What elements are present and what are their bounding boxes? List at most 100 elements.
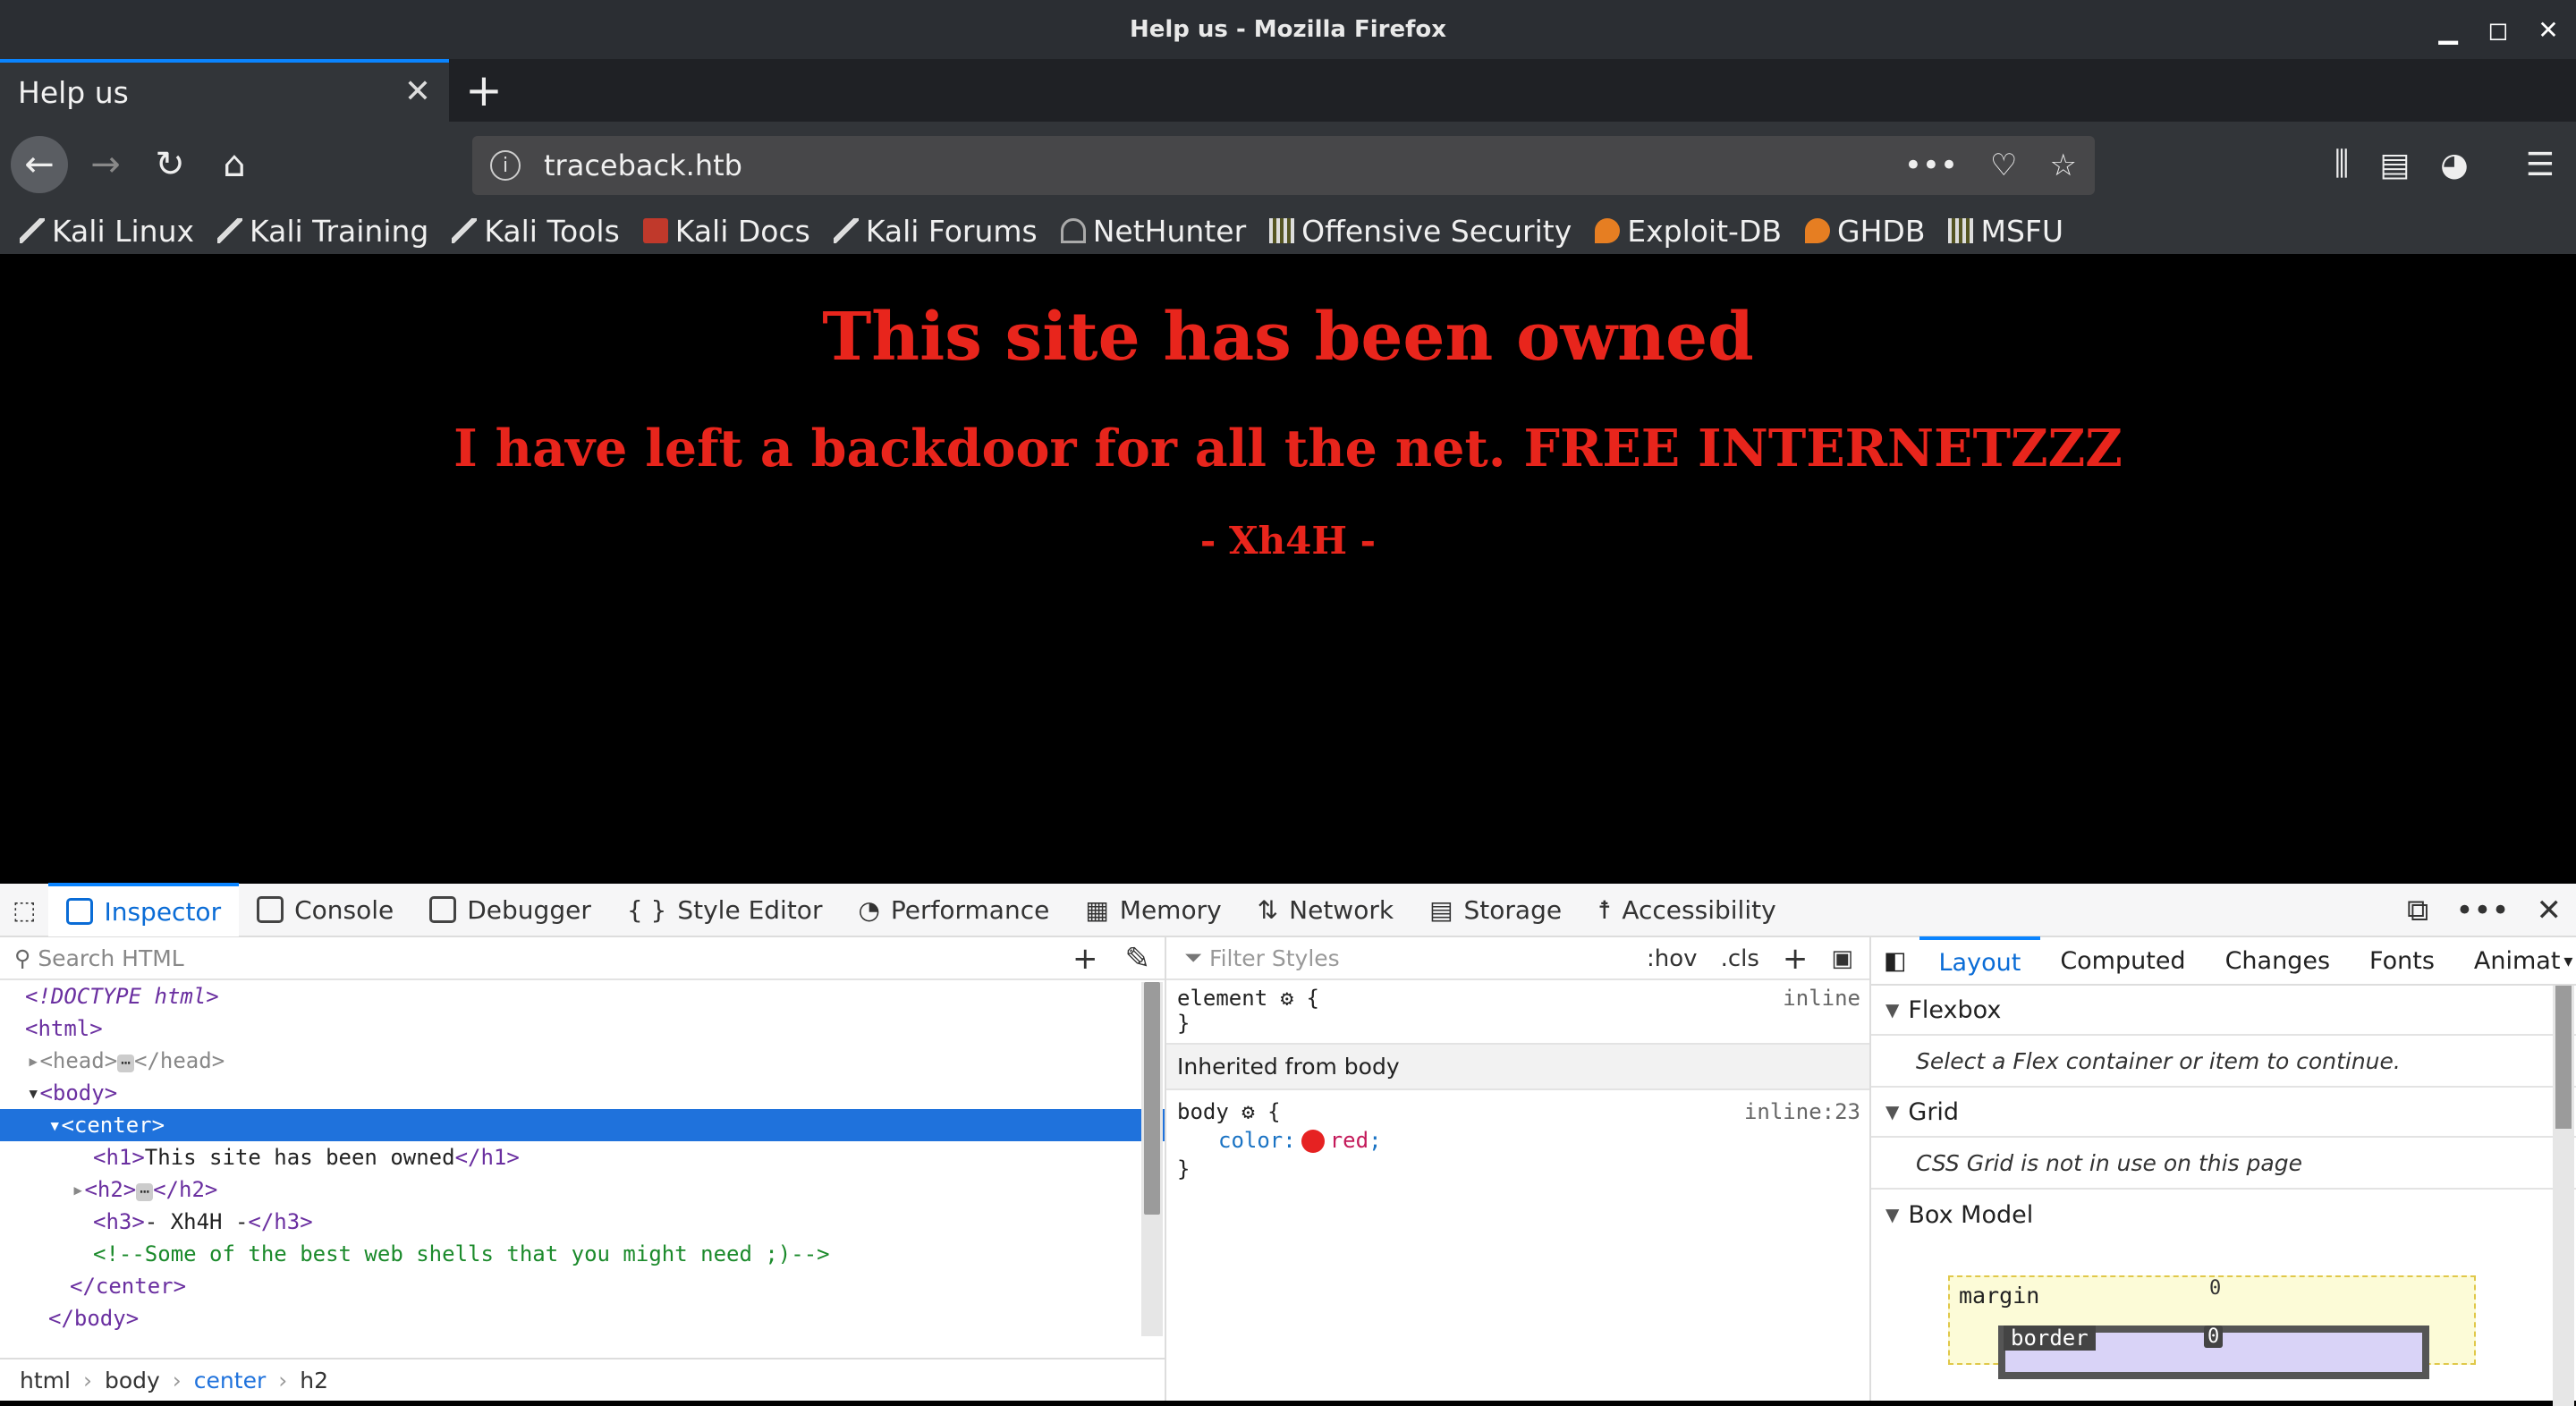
home-icon[interactable]: ⌂ — [208, 138, 261, 191]
tree-center-selected[interactable]: ▾<center> — [0, 1109, 1165, 1141]
tree-body-close[interactable]: </body> — [0, 1302, 1165, 1334]
ellipsis-icon[interactable]: ⋯ — [117, 1054, 134, 1072]
margin-top-value[interactable]: 0 — [2209, 1277, 2221, 1300]
url-actions: ••• ♡ ☆ — [1904, 136, 2077, 195]
border-top-value[interactable]: 0 — [2204, 1326, 2224, 1348]
tab-layout[interactable]: Layout — [1919, 936, 2041, 985]
bookmark-kali-forums[interactable]: Kali Forums — [833, 214, 1046, 249]
bookmark-nethunter[interactable]: NetHunter — [1060, 214, 1255, 249]
hov-toggle[interactable]: :hov — [1647, 945, 1698, 972]
tab-style-editor[interactable]: { } Style Editor — [609, 883, 841, 936]
add-rule-icon[interactable]: + — [1783, 941, 1809, 977]
url-text[interactable]: traceback.htb — [544, 148, 742, 182]
page-actions-icon[interactable]: ••• — [1904, 148, 1958, 183]
breadcrumb-body[interactable]: body — [105, 1368, 160, 1393]
library-icon[interactable]: ⫼ — [2334, 146, 2350, 183]
rule-source-inline[interactable]: inline — [1783, 986, 1860, 1011]
close-devtools-icon[interactable]: ✕ — [2537, 893, 2563, 928]
bookmark-kali-docs[interactable]: Kali Docs — [642, 214, 819, 249]
close-tab-icon[interactable]: ✕ — [404, 73, 431, 110]
bookmark-kali-linux[interactable]: Kali Linux — [20, 214, 203, 249]
markup-scrollbar[interactable] — [1141, 982, 1163, 1336]
eyedropper-icon[interactable]: ✎ — [1125, 941, 1151, 977]
tree-h1[interactable]: <h1>This site has been owned</h1> — [0, 1141, 1165, 1173]
tree-center-close[interactable]: </center> — [0, 1270, 1165, 1302]
maximize-icon[interactable]: ◻ — [2483, 14, 2513, 45]
breadcrumb-h2[interactable]: h2 — [300, 1368, 328, 1393]
back-icon[interactable]: ← — [11, 136, 68, 193]
dock-icon[interactable]: ⧉ — [2407, 893, 2428, 928]
box-model-margin[interactable]: margin 0 border 0 — [1948, 1275, 2476, 1379]
breadcrumb-center[interactable]: center — [194, 1368, 266, 1393]
menu-icon[interactable]: ☰ — [2526, 147, 2555, 183]
filter-styles-input[interactable]: Filter Styles — [1209, 945, 1340, 971]
reload-icon[interactable]: ↻ — [143, 138, 197, 191]
more-tabs-icon[interactable]: ▾ — [2563, 950, 2572, 971]
declaration-color[interactable]: color: red; — [1177, 1124, 1860, 1156]
bookmark-ghdb[interactable]: GHDB — [1805, 214, 1934, 249]
bookmarks-toolbar: Kali Linux Kali Training Kali Tools Kali… — [0, 208, 2576, 254]
tree-head[interactable]: ▸<head> ⋯ </head> — [0, 1045, 1165, 1077]
tab-console[interactable]: Console — [239, 883, 411, 936]
collapse-icon[interactable]: ▾ — [27, 1080, 39, 1105]
tab-debugger[interactable]: Debugger — [411, 883, 609, 936]
account-icon[interactable]: ◕ — [2440, 147, 2468, 183]
tab-storage[interactable]: ▤ Storage — [1411, 883, 1580, 936]
tree-comment[interactable]: <!--Some of the best web shells that you… — [0, 1238, 1165, 1270]
breadcrumb-html[interactable]: html — [20, 1368, 71, 1393]
bookmark-star-icon[interactable]: ☆ — [2050, 148, 2077, 183]
tree-html[interactable]: <html> — [0, 1012, 1165, 1045]
tab-changes[interactable]: Changes — [2206, 936, 2350, 985]
devtools-menu-icon[interactable]: ••• — [2455, 893, 2509, 928]
bookmark-offensive-security[interactable]: Offensive Security — [1269, 214, 1580, 249]
new-tab-icon[interactable]: + — [465, 64, 503, 116]
site-info-icon[interactable]: i — [490, 150, 521, 181]
tree-h3[interactable]: <h3>- Xh4H -</h3> — [0, 1206, 1165, 1238]
rule-source-inline-23[interactable]: inline:23 — [1744, 1099, 1860, 1124]
tab-accessibility[interactable]: ☨ Accessibility — [1580, 883, 1794, 936]
print-media-icon[interactable]: ▣ — [1831, 945, 1853, 972]
gear-icon[interactable]: ⚙ — [1281, 986, 1293, 1011]
ellipsis-icon[interactable]: ⋯ — [136, 1183, 154, 1201]
expand-icon[interactable]: ▸ — [27, 1048, 39, 1073]
tab-network[interactable]: ⇅ Network — [1240, 883, 1411, 936]
tab-computed[interactable]: Computed — [2040, 936, 2205, 985]
bookmark-msfu[interactable]: MSFU — [1948, 214, 2072, 249]
forward-icon[interactable]: → — [79, 138, 132, 191]
add-node-icon[interactable]: + — [1072, 941, 1098, 977]
element-picker-icon[interactable]: ⬚ — [0, 883, 48, 936]
close-window-icon[interactable]: ✕ — [2533, 14, 2563, 45]
devtools-controls: ⧉ ••• ✕ — [2407, 884, 2562, 937]
color-swatch-icon[interactable] — [1301, 1130, 1325, 1153]
scrollbar-thumb[interactable] — [2555, 986, 2572, 1129]
tab-help-us[interactable]: Help us ✕ — [0, 59, 449, 122]
box-model: margin 0 border 0 — [1871, 1240, 2576, 1379]
box-model-border[interactable]: border 0 — [1998, 1326, 2429, 1379]
tab-animations[interactable]: Animat — [2454, 936, 2564, 985]
boxmodel-header[interactable]: ▼ Box Model — [1871, 1190, 2576, 1240]
tree-body[interactable]: ▾<body> — [0, 1077, 1165, 1109]
tree-h2[interactable]: ▸<h2> ⋯ </h2> — [0, 1173, 1165, 1206]
tab-memory[interactable]: ▦ Memory — [1067, 883, 1239, 936]
gear-icon[interactable]: ⚙ — [1241, 1099, 1254, 1124]
minimize-icon[interactable]: ▁ — [2433, 14, 2463, 45]
tab-inspector[interactable]: Inspector — [48, 883, 240, 936]
tab-performance[interactable]: ◔ Performance — [840, 883, 1067, 936]
tab-fonts[interactable]: Fonts — [2350, 936, 2454, 985]
pocket-icon[interactable]: ♡ — [1990, 148, 2017, 183]
grid-header[interactable]: ▼ Grid — [1871, 1088, 2576, 1138]
tree-doctype[interactable]: <!DOCTYPE html> — [0, 980, 1165, 1012]
layout-scrollbar[interactable] — [2553, 986, 2574, 1406]
cls-toggle[interactable]: .cls — [1721, 945, 1759, 972]
collapse-icon[interactable]: ▾ — [48, 1113, 61, 1138]
search-html-input[interactable]: Search HTML — [38, 945, 183, 971]
bookmark-kali-training[interactable]: Kali Training — [217, 214, 437, 249]
sidebar-icon[interactable]: ▤ — [2379, 147, 2410, 183]
expand-icon[interactable]: ▸ — [72, 1177, 84, 1202]
url-bar[interactable]: i traceback.htb ••• ♡ ☆ — [472, 136, 2095, 195]
scrollbar-thumb[interactable] — [1144, 982, 1160, 1215]
bookmark-exploit-db[interactable]: Exploit-DB — [1595, 214, 1791, 249]
sidebar-toggle-icon[interactable]: ◧ — [1871, 936, 1919, 985]
flexbox-header[interactable]: ▼ Flexbox — [1871, 986, 2576, 1036]
bookmark-kali-tools[interactable]: Kali Tools — [452, 214, 628, 249]
